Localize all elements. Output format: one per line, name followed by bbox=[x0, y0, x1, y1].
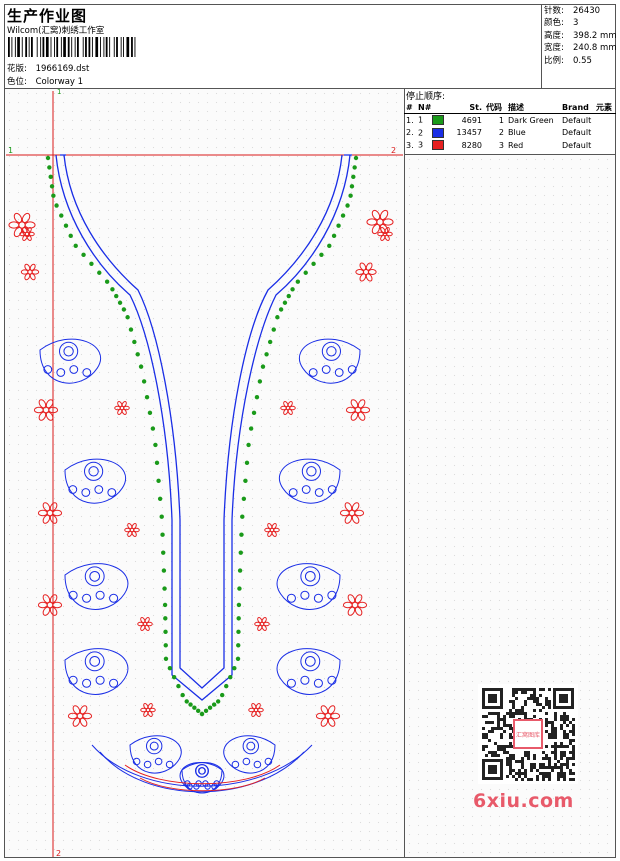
guide-label-horizontal-left: 1 bbox=[8, 146, 13, 155]
guide-label-horizontal-right: 2 bbox=[391, 146, 396, 155]
guide-label-vertical-top: 1 bbox=[57, 88, 61, 96]
neckline-outline bbox=[55, 154, 352, 701]
bottom-arc-motif bbox=[91, 744, 313, 793]
qr-caption: 汇窝图库 bbox=[516, 731, 540, 739]
watermark-site: 6xiu.com bbox=[473, 790, 574, 812]
blue-paisley-motifs bbox=[39, 338, 361, 794]
qr-code: 汇窝图库 bbox=[478, 684, 578, 784]
guide-label-vertical-bottom: 2 bbox=[56, 849, 61, 858]
